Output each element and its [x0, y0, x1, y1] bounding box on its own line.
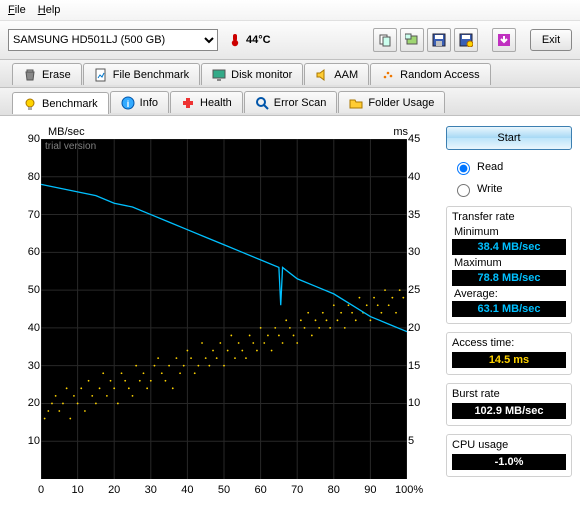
tab-aam[interactable]: AAM — [304, 63, 369, 85]
trash-icon — [23, 68, 37, 82]
access-time-group: Access time: 14.5 ms — [446, 332, 572, 375]
download-button[interactable] — [492, 28, 516, 52]
folder-icon — [349, 96, 363, 110]
max-value: 78.8 MB/sec — [452, 270, 566, 286]
bulb-icon — [23, 97, 37, 111]
menu-help[interactable]: Help — [38, 4, 61, 16]
thermometer-icon — [228, 33, 242, 47]
file-chart-icon — [94, 68, 108, 82]
speaker-icon — [315, 68, 329, 82]
floppy-icon — [432, 33, 446, 47]
read-radio[interactable] — [457, 162, 470, 175]
options-icon — [459, 33, 473, 47]
tabs-row-1: Erase File Benchmark Disk monitor AAM Ra… — [0, 60, 580, 88]
tabs-row-2: Benchmark iInfo Health Error Scan Folder… — [0, 88, 580, 116]
side-panel: Start Read Write Transfer rate Minimum 3… — [446, 126, 572, 505]
tab-random-access[interactable]: Random Access — [370, 63, 490, 85]
tab-info[interactable]: iInfo — [110, 91, 169, 113]
info-icon: i — [121, 96, 135, 110]
y-right-title: ms — [393, 126, 408, 138]
write-radio[interactable] — [457, 184, 470, 197]
access-value: 14.5 ms — [452, 352, 566, 368]
cross-icon — [181, 96, 195, 110]
y-left-title: MB/sec — [48, 126, 85, 138]
exit-button[interactable]: Exit — [530, 29, 572, 51]
screenshot-button[interactable] — [400, 28, 424, 52]
menubar: File Help — [0, 0, 580, 21]
drive-select[interactable]: SAMSUNG HD501LJ (500 GB) — [8, 29, 218, 51]
avg-value: 63.1 MB/sec — [452, 301, 566, 317]
scatter-icon — [381, 68, 395, 82]
burst-value: 102.9 MB/sec — [452, 403, 566, 419]
tab-folder-usage[interactable]: Folder Usage — [338, 91, 445, 113]
chart-svg — [41, 139, 407, 479]
copy-icon — [378, 33, 392, 47]
download-icon — [497, 33, 511, 47]
screenshot-icon — [405, 33, 419, 47]
tab-erase[interactable]: Erase — [12, 63, 82, 85]
tab-disk-monitor[interactable]: Disk monitor — [201, 63, 303, 85]
watermark: trial version — [45, 141, 96, 152]
min-value: 38.4 MB/sec — [452, 239, 566, 255]
temperature-indicator: 44°C — [228, 33, 271, 47]
burst-rate-group: Burst rate 102.9 MB/sec — [446, 383, 572, 426]
menu-file[interactable]: File — [8, 4, 26, 16]
tab-file-benchmark[interactable]: File Benchmark — [83, 63, 200, 85]
copy-info-button[interactable] — [373, 28, 397, 52]
cpu-usage-group: CPU usage -1.0% — [446, 434, 572, 477]
tab-error-scan[interactable]: Error Scan — [244, 91, 338, 113]
cpu-value: -1.0% — [452, 454, 566, 470]
tab-benchmark[interactable]: Benchmark — [12, 92, 109, 114]
transfer-rate-group: Transfer rate Minimum 38.4 MB/sec Maximu… — [446, 206, 572, 324]
tab-health[interactable]: Health — [170, 91, 243, 113]
start-button[interactable]: Start — [446, 126, 572, 150]
save-button[interactable] — [427, 28, 451, 52]
monitor-icon — [212, 68, 226, 82]
options-button[interactable] — [454, 28, 478, 52]
svg-text:i: i — [126, 99, 129, 109]
magnifier-icon — [255, 96, 269, 110]
benchmark-chart: MB/sec ms trial version 1020304050607080… — [8, 126, 440, 501]
toolbar: SAMSUNG HD501LJ (500 GB) 44°C Exit — [0, 21, 580, 60]
chart-canvas: trial version — [41, 139, 407, 479]
